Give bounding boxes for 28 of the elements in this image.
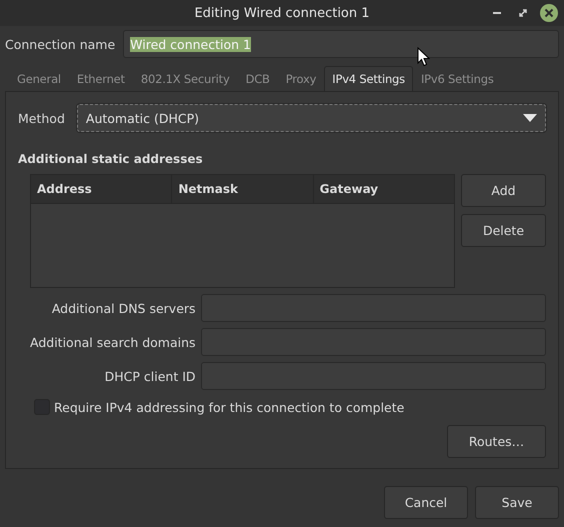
column-header[interactable]: Gateway: [314, 175, 454, 203]
mouse-pointer-icon: [417, 47, 430, 67]
window-title: Editing Wired connection 1: [194, 6, 370, 20]
connection-name-label: Connection name: [5, 36, 116, 52]
column-header[interactable]: Address: [31, 175, 172, 203]
dropdown-caret-icon: [523, 114, 537, 122]
method-label: Method: [18, 110, 65, 126]
field-label: Additional DNS servers: [50, 300, 196, 316]
connection-name-value: Wired connection 1: [130, 36, 251, 52]
tab[interactable]: IPv6 Settings: [412, 66, 502, 91]
cancel-button[interactable]: Cancel: [384, 486, 468, 519]
field-label: DHCP client ID: [104, 368, 196, 384]
tab[interactable]: IPv4 Settings: [324, 66, 413, 91]
tab[interactable]: General: [9, 66, 69, 91]
checkbox-label[interactable]: Require IPv4 addressing for this connection to complete: [54, 400, 404, 414]
tab[interactable]: Proxy: [278, 66, 324, 91]
add-button[interactable]: Add: [461, 174, 546, 207]
close-button[interactable]: [540, 4, 558, 22]
section-heading: Additional static addresses: [18, 152, 204, 166]
tab[interactable]: Ethernet: [68, 66, 133, 91]
delete-button[interactable]: Delete: [461, 214, 546, 247]
routes-button[interactable]: Routes…: [447, 425, 546, 458]
tab[interactable]: DCB: [238, 66, 278, 91]
column-header[interactable]: Netmask: [172, 175, 314, 203]
save-button[interactable]: Save: [475, 486, 559, 519]
tab[interactable]: 802.1X Security: [132, 66, 238, 91]
field-label: Additional search domains: [30, 334, 196, 350]
method-dropdown[interactable]: Automatic (DHCP): [76, 104, 546, 132]
